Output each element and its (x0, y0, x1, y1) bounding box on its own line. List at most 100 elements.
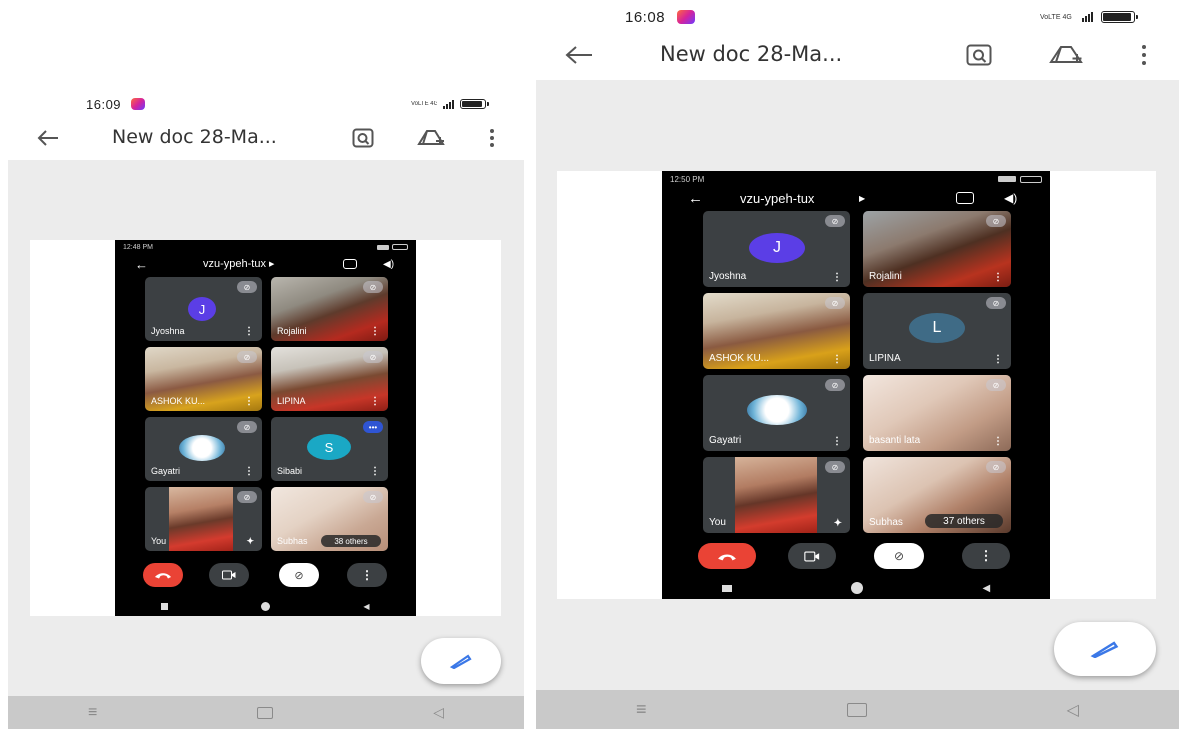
mic-off-icon: ⊘ (825, 215, 845, 227)
meet-status-time: 12:50 PM (670, 174, 705, 184)
switch-camera-icon[interactable] (956, 192, 974, 204)
others-count-badge[interactable]: 37 others (925, 514, 1003, 528)
self-tile[interactable]: ⊘ You ✦ (703, 457, 850, 533)
participant-tile[interactable]: ⊘ Gayatri ⋮ (145, 417, 262, 481)
left-phone-screenshot: 16:09 VoLTE 4G New doc 28-Ma... 12:48 PM (0, 0, 528, 729)
more-vert-icon[interactable]: ⋮ (993, 436, 1003, 447)
app-notification-icon (677, 10, 696, 24)
speaker-icon[interactable]: ◀) (1004, 191, 1017, 205)
more-options-button[interactable]: ⋮ (347, 563, 387, 587)
speaker-icon[interactable]: ◀) (383, 259, 394, 270)
home-icon[interactable] (261, 601, 271, 611)
more-options-button[interactable]: ⋮ (962, 543, 1010, 569)
more-vert-icon[interactable]: ⋮ (993, 354, 1003, 365)
arrow-left-icon[interactable]: ← (688, 190, 703, 207)
more-vert-icon[interactable]: ⋮ (370, 396, 380, 407)
home-icon[interactable] (846, 702, 867, 717)
end-call-button[interactable] (698, 543, 756, 569)
microphone-button[interactable]: ⊘ (279, 563, 319, 587)
participant-name: LIPINA (277, 396, 306, 406)
more-vert-icon[interactable]: ⋮ (832, 272, 842, 283)
more-vert-icon[interactable]: ⋮ (832, 354, 842, 365)
hang-up-icon (718, 554, 736, 560)
participant-name: ASHOK KU... (151, 396, 206, 406)
self-tile[interactable]: ⊘ You ✦ (145, 487, 262, 551)
more-vert-icon[interactable]: ⋮ (832, 436, 842, 447)
participant-tile[interactable]: ⊘ ASHOK KU... ⋮ (145, 347, 262, 411)
participant-tile[interactable]: ⊘ Subhas 38 others (271, 487, 388, 551)
participant-tile[interactable]: J ⊘ Jyoshna ⋮ (145, 277, 262, 341)
lens-search-icon[interactable] (350, 125, 376, 151)
recents-icon[interactable] (721, 584, 732, 592)
meet-status-bar: 12:50 PM (662, 173, 1050, 185)
mic-off-icon: ⊘ (237, 281, 257, 293)
system-nav-bar: ≡ ◁ (8, 696, 524, 729)
back-icon[interactable]: ◀ (363, 602, 369, 611)
arrow-left-icon[interactable]: ← (135, 257, 148, 272)
participant-tile[interactable]: ⊘ Subhas 37 others (863, 457, 1011, 533)
menu-icon[interactable]: ≡ (88, 704, 97, 722)
mic-off-icon: ⊘ (825, 297, 845, 309)
end-call-button[interactable] (143, 563, 183, 587)
self-video (169, 487, 233, 551)
participant-tile[interactable]: ⊘ LIPINA ⋮ (271, 347, 388, 411)
edit-button[interactable] (421, 638, 501, 684)
viewer-toolbar: New doc 28-Ma... (528, 34, 1179, 76)
home-icon[interactable] (851, 582, 864, 594)
arrow-left-icon[interactable] (34, 124, 62, 152)
more-vert-icon[interactable] (1136, 41, 1152, 69)
participant-tile[interactable]: ⊘ Rojalini ⋮ (863, 211, 1011, 287)
more-vert-icon[interactable]: ⋮ (244, 396, 254, 407)
more-vert-icon[interactable]: ⋮ (370, 326, 380, 337)
document-viewer: 12:50 PM ← vzu-ypeh-tux ▶ ◀) J ⊘ Jyoshna… (536, 80, 1179, 690)
participant-tile[interactable]: S ••• Sibabi ⋮ (271, 417, 388, 481)
lens-search-icon[interactable] (964, 41, 994, 69)
caret-right-icon: ▶ (859, 193, 866, 203)
participant-tile[interactable]: ⊘ ASHOK KU... ⋮ (703, 293, 850, 369)
home-icon[interactable] (257, 706, 274, 719)
back-icon[interactable]: ◁ (433, 704, 444, 721)
participant-name: Subhas (277, 536, 308, 546)
meet-nav-bar: ◀ (662, 581, 1050, 595)
more-vert-icon[interactable]: ⋮ (370, 466, 380, 477)
effects-icon[interactable]: ✦ (246, 536, 254, 547)
more-vert-icon[interactable]: ⋮ (244, 326, 254, 337)
microphone-button[interactable]: ⊘ (874, 543, 924, 569)
add-to-drive-icon[interactable] (414, 125, 448, 151)
app-notification-icon (131, 98, 146, 110)
mic-off-icon: ⊘ (363, 351, 383, 363)
edit-button[interactable] (1054, 622, 1156, 676)
signal-icon (443, 99, 454, 109)
system-nav-bar: ≡ ◁ (536, 690, 1179, 729)
recents-icon[interactable] (161, 602, 169, 610)
meeting-code[interactable]: vzu-ypeh-tux (203, 258, 266, 270)
effects-icon[interactable]: ✦ (834, 518, 842, 529)
arrow-left-icon[interactable] (562, 41, 596, 69)
more-vert-icon[interactable] (484, 125, 500, 151)
others-count-badge[interactable]: 38 others (321, 535, 381, 547)
camera-button[interactable] (788, 543, 836, 569)
participant-tile[interactable]: ⊘ basanti lata ⋮ (863, 375, 1011, 451)
more-vert-icon[interactable]: ⋮ (244, 466, 254, 477)
signal-icon (1082, 12, 1093, 22)
switch-camera-icon[interactable] (343, 259, 357, 269)
mic-off-icon: ⊘ (986, 379, 1006, 391)
camera-button[interactable] (209, 563, 249, 587)
meet-screenshot: 12:50 PM ← vzu-ypeh-tux ▶ ◀) J ⊘ Jyoshna… (662, 171, 1050, 599)
menu-icon[interactable]: ≡ (636, 699, 647, 720)
mic-off-icon: ⊘ (986, 297, 1006, 309)
participant-tile[interactable]: J ⊘ Jyoshna ⋮ (703, 211, 850, 287)
mic-off-icon: ⊘ (986, 461, 1006, 473)
back-icon[interactable]: ◀ (983, 583, 991, 594)
add-to-drive-icon[interactable] (1046, 41, 1086, 69)
document-page: 12:50 PM ← vzu-ypeh-tux ▶ ◀) J ⊘ Jyoshna… (557, 171, 1156, 599)
participant-tile[interactable]: L ⊘ LIPINA ⋮ (863, 293, 1011, 369)
participant-tile[interactable]: ⊘ Rojalini ⋮ (271, 277, 388, 341)
video-camera-icon (222, 570, 236, 580)
participant-tile[interactable]: ⊘ Gayatri ⋮ (703, 375, 850, 451)
more-vert-icon[interactable]: ⋮ (993, 272, 1003, 283)
back-icon[interactable]: ◁ (1067, 700, 1079, 720)
battery-icon (460, 99, 489, 109)
meeting-code[interactable]: vzu-ypeh-tux (740, 191, 814, 206)
document-page: 12:48 PM ← vzu-ypeh-tux ▶ ◀) J ⊘ Jyoshna… (30, 240, 501, 616)
